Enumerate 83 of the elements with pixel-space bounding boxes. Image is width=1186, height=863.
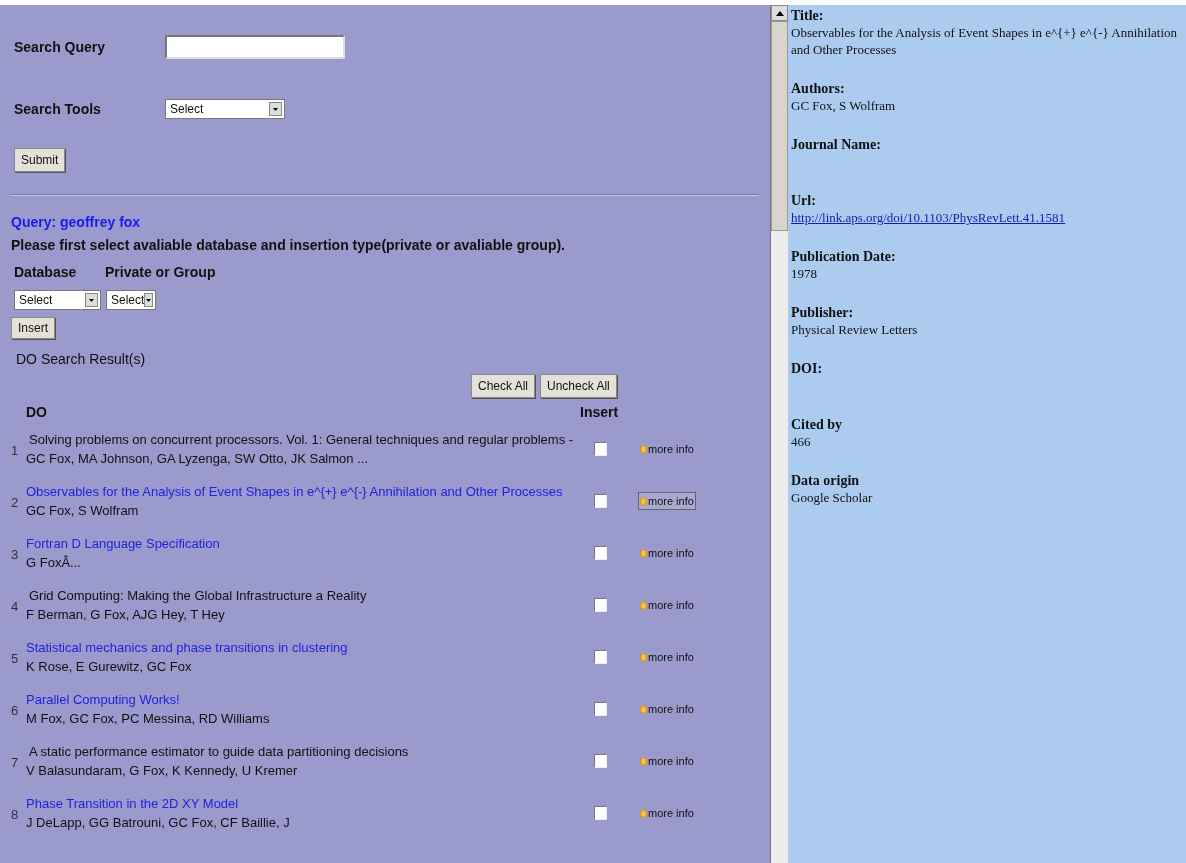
- title-text: Grid Computing: Making the Global Infrastructure a Reality: [28, 587, 367, 605]
- checkbox[interactable]: [594, 546, 607, 560]
- row-number: 1: [11, 442, 20, 461]
- checkbox[interactable]: [594, 494, 607, 508]
- authors-text: F Berman, G Fox, AJG Hey, T Hey: [26, 606, 225, 624]
- up-arrow-icon: [775, 10, 784, 16]
- checkbox[interactable]: [594, 598, 607, 612]
- search-field[interactable]: [165, 35, 345, 59]
- more-info-link[interactable]: more info: [638, 491, 696, 511]
- checkbox[interactable]: [594, 650, 607, 664]
- checkbox[interactable]: [594, 442, 607, 456]
- field-value: 1978: [791, 265, 818, 282]
- checkbox[interactable]: [594, 754, 607, 768]
- field-value: GC Fox, S Wolfram: [791, 97, 897, 114]
- field-label: Search Query: [14, 37, 107, 57]
- field-value: Observables for the Analysis of Event Shapes in e^{+} e^{-} Annihilation and Other Processes: [791, 24, 1179, 58]
- column-header: Insert: [580, 403, 619, 422]
- group-dropdown[interactable]: Select: [106, 290, 156, 310]
- more-info-link[interactable]: more info: [638, 699, 696, 719]
- authors-text: V Balasundaram, G Fox, K Kennedy, U Kremer: [26, 762, 298, 780]
- more-info-link[interactable]: more info: [638, 647, 696, 667]
- dot-icon: [640, 652, 647, 662]
- authors-text: GC Fox, MA Johnson, GA Lyzenga, SW Otto, JK Salmon ...: [26, 450, 368, 468]
- insert-button[interactable]: Insert: [11, 317, 55, 339]
- dot-icon: [640, 600, 647, 610]
- field-label: Url:: [791, 192, 817, 209]
- authors-text: J DeLapp, GG Batrouni, GC Fox, CF Baillie, J: [26, 814, 290, 832]
- uncheck-all-button[interactable]: Uncheck All: [540, 374, 617, 398]
- more-info-link[interactable]: more info: [638, 803, 696, 823]
- authors-text: GC Fox, S Wolfram: [26, 502, 139, 520]
- more-info-link[interactable]: more info: [638, 543, 696, 563]
- checkbox[interactable]: [594, 702, 607, 716]
- field-value: Google Scholar: [791, 489, 874, 506]
- url-link[interactable]: http://link.aps.org/doi/10.1103/PhysRevLett.41.1581: [791, 210, 1066, 225]
- dot-icon: [640, 756, 647, 766]
- title-text: Solving problems on concurrent processors. Vol. 1: General techniques and regular problems -: [28, 431, 574, 449]
- more-info-link[interactable]: more info: [638, 595, 696, 615]
- field-value: Physical Review Letters: [791, 321, 919, 338]
- column-header: DO: [25, 403, 48, 422]
- dot-icon: [640, 704, 647, 714]
- tools-dropdown[interactable]: Select: [165, 99, 285, 119]
- dot-icon: [640, 808, 647, 818]
- authors-text: G FoxÂ...: [26, 554, 81, 572]
- row-number: 4: [11, 598, 20, 617]
- dropdown-arrow-icon: [89, 298, 94, 302]
- more-info-link[interactable]: more info: [638, 751, 696, 771]
- row-number: 3: [11, 546, 20, 565]
- dot-icon: [640, 444, 647, 454]
- title-text: A static performance estimator to guide data partitioning decisions: [28, 743, 409, 761]
- dropdown-arrow-icon: [146, 298, 152, 302]
- field-value: 466: [791, 433, 812, 450]
- instruction-text: Please first select avaliable database and insertion type(private or avaliable group).: [11, 236, 566, 255]
- field-label: Journal Name:: [791, 136, 882, 153]
- checkbox[interactable]: [594, 806, 607, 820]
- field-label: Publisher:: [791, 304, 855, 321]
- row-number: 7: [11, 754, 20, 773]
- row-number: 2: [11, 494, 20, 513]
- query-text: Query: geoffrey fox: [11, 213, 142, 232]
- scroll-up-button[interactable]: [771, 5, 788, 21]
- more-info-link[interactable]: more info: [638, 439, 696, 459]
- field-label: DOI:: [791, 360, 824, 377]
- check-all-button[interactable]: Check All: [471, 374, 536, 398]
- authors-text: K Rose, E Gurewitz, GC Fox: [26, 658, 192, 676]
- field-label: Title:: [791, 7, 825, 24]
- field-label: Search Tools: [14, 99, 102, 119]
- field-label: Private or Group: [105, 263, 216, 282]
- field-label: Cited by: [791, 416, 843, 433]
- scrollbar[interactable]: [770, 5, 788, 863]
- scroll-thumb[interactable]: [771, 21, 788, 231]
- dot-icon: [640, 548, 647, 558]
- authors-text: M Fox, GC Fox, PC Messina, RD Williams: [26, 710, 270, 728]
- row-number: 8: [11, 806, 20, 825]
- dropdown-arrow-icon: [273, 107, 278, 111]
- row-number: 6: [11, 702, 20, 721]
- field-label: Data origin: [791, 472, 861, 489]
- field-label: Publication Date:: [791, 248, 897, 265]
- database-dropdown[interactable]: Select: [14, 290, 101, 310]
- row-number: 5: [11, 650, 20, 669]
- submit-button[interactable]: Submit: [14, 148, 66, 172]
- field-label: Authors:: [791, 80, 846, 97]
- dot-icon: [640, 496, 647, 506]
- field-label: Database: [14, 263, 78, 282]
- results-heading: DO Search Result(s): [15, 350, 147, 369]
